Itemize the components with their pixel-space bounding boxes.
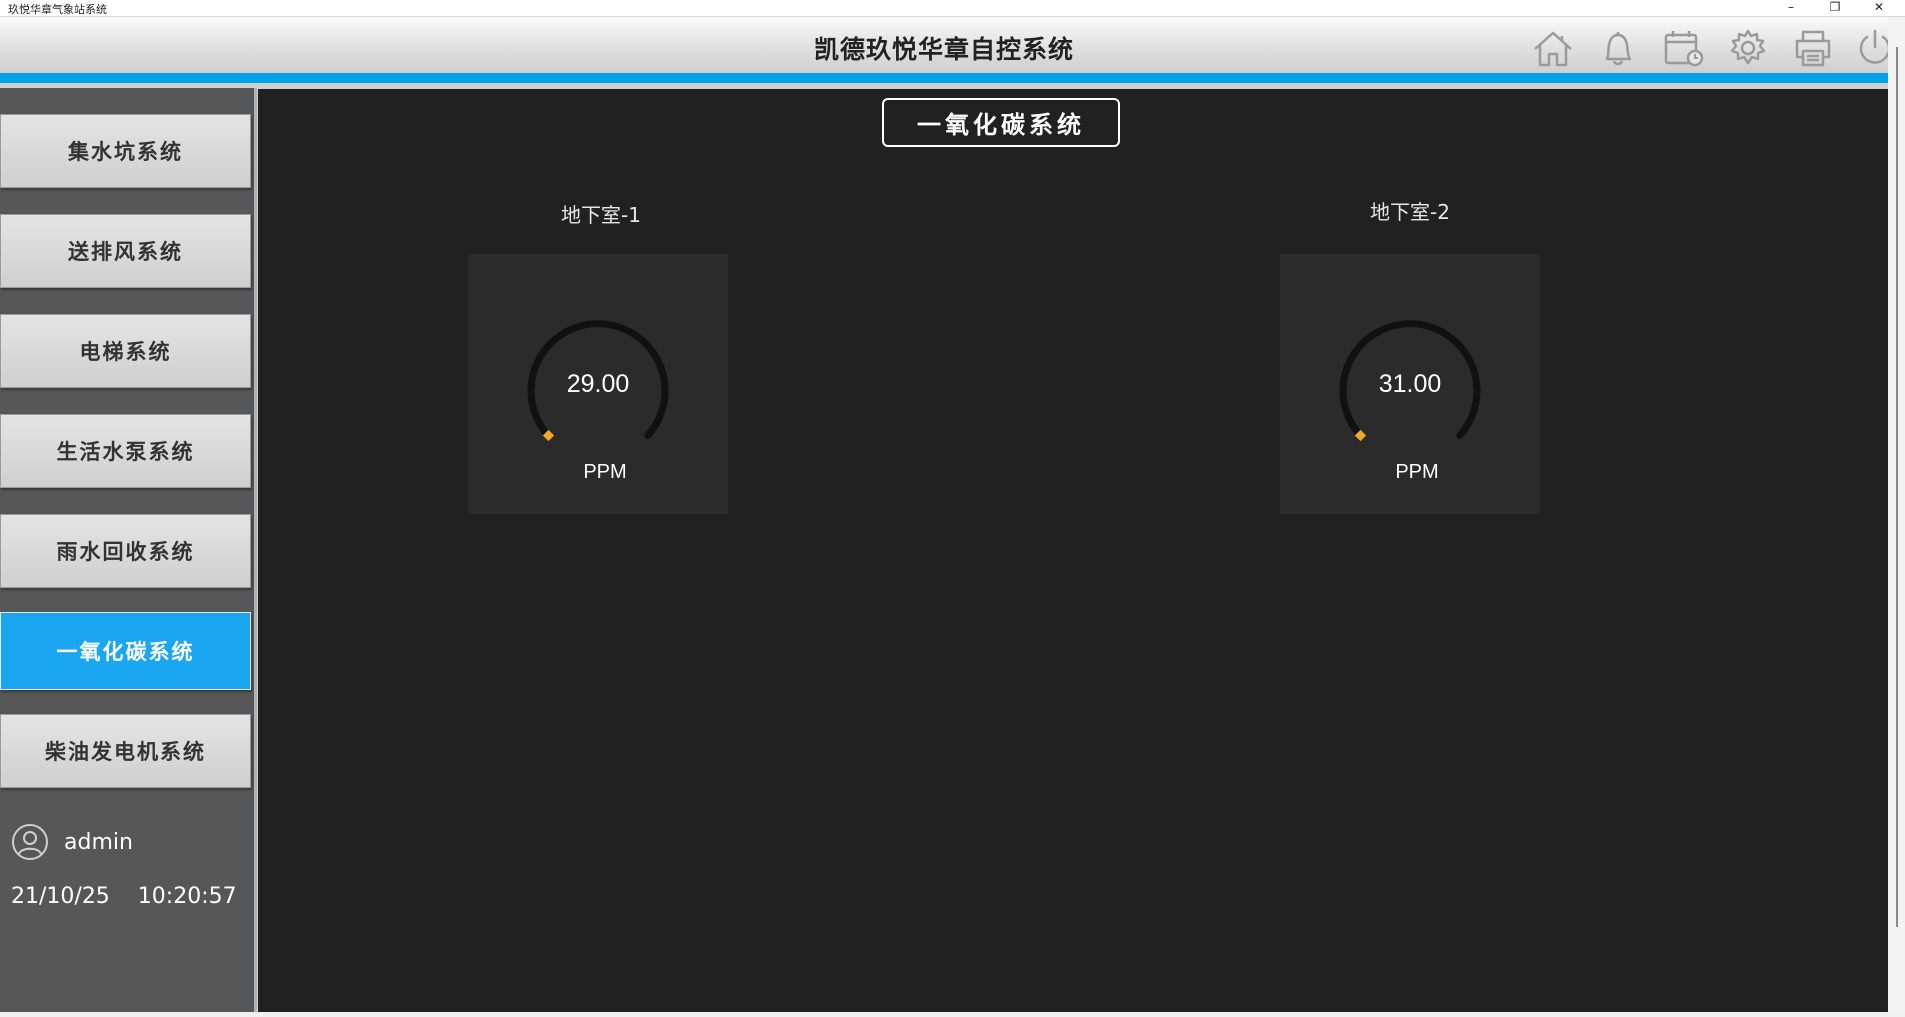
sidebar-item-diesel-generator[interactable]: 柴油发电机系统 — [0, 714, 251, 788]
printer-icon[interactable] — [1790, 27, 1836, 69]
header-accent-bar — [0, 73, 1888, 83]
sidebar-item-domestic-water-pump[interactable]: 生活水泵系统 — [0, 414, 251, 488]
power-icon[interactable] — [1852, 27, 1888, 69]
bell-icon[interactable] — [1595, 27, 1641, 69]
gauge-label-basement-2: 地下室-2 — [1370, 200, 1450, 224]
window-titlebar: 玖悦华章气象站系统 – ❐ ✕ — [0, 0, 1905, 17]
gauge-value: 29.00 — [566, 370, 630, 398]
close-button[interactable]: ✕ — [1862, 0, 1896, 16]
sidebar-item-carbon-monoxide[interactable]: 一氧化碳系统 — [0, 612, 251, 690]
sidebar-item-ventilation[interactable]: 送排风系统 — [0, 214, 251, 288]
gauge-value: 31.00 — [1378, 370, 1442, 398]
gauge-label-basement-1: 地下室-1 — [561, 203, 641, 227]
current-datetime: 21/10/25 10:20:57 — [11, 884, 237, 909]
home-icon[interactable] — [1530, 27, 1576, 69]
current-date: 21/10/25 — [11, 884, 110, 909]
restore-button[interactable]: ❐ — [1818, 0, 1852, 16]
window-title: 玖悦华章气象站系统 — [8, 3, 107, 16]
sidebar-item-rainwater-recovery[interactable]: 雨水回收系统 — [0, 514, 251, 588]
username: admin — [64, 829, 133, 855]
user-avatar-icon — [12, 824, 48, 860]
minimize-button[interactable]: – — [1774, 0, 1808, 16]
co-gauge-basement-2: 31.00 PPM — [1280, 254, 1540, 514]
vertical-scrollbar[interactable] — [1888, 17, 1905, 1012]
co-gauge-basement-1: 29.00 PPM — [468, 254, 728, 514]
gauge-unit: PPM — [583, 461, 627, 483]
section-title: 一氧化碳系统 — [882, 98, 1120, 147]
main-panel: 一氧化碳系统 地下室-1 29.00 PPM 地下室-2 31.00 PPM — [257, 88, 1889, 1013]
sidebar: 集水坑系统 送排风系统 电梯系统 生活水泵系统 雨水回收系统 一氧化碳系统 柴油… — [0, 88, 257, 1012]
gauge-unit: PPM — [1395, 461, 1439, 483]
current-time: 10:20:57 — [137, 884, 237, 909]
sidebar-item-sump-pit[interactable]: 集水坑系统 — [0, 114, 251, 188]
gear-icon[interactable] — [1725, 27, 1771, 69]
app-header: 凯德玖悦华章自控系统 — [0, 17, 1888, 73]
sidebar-item-elevator[interactable]: 电梯系统 — [0, 314, 251, 388]
user-info: admin — [11, 823, 133, 861]
calendar-clock-icon[interactable] — [1660, 27, 1706, 69]
